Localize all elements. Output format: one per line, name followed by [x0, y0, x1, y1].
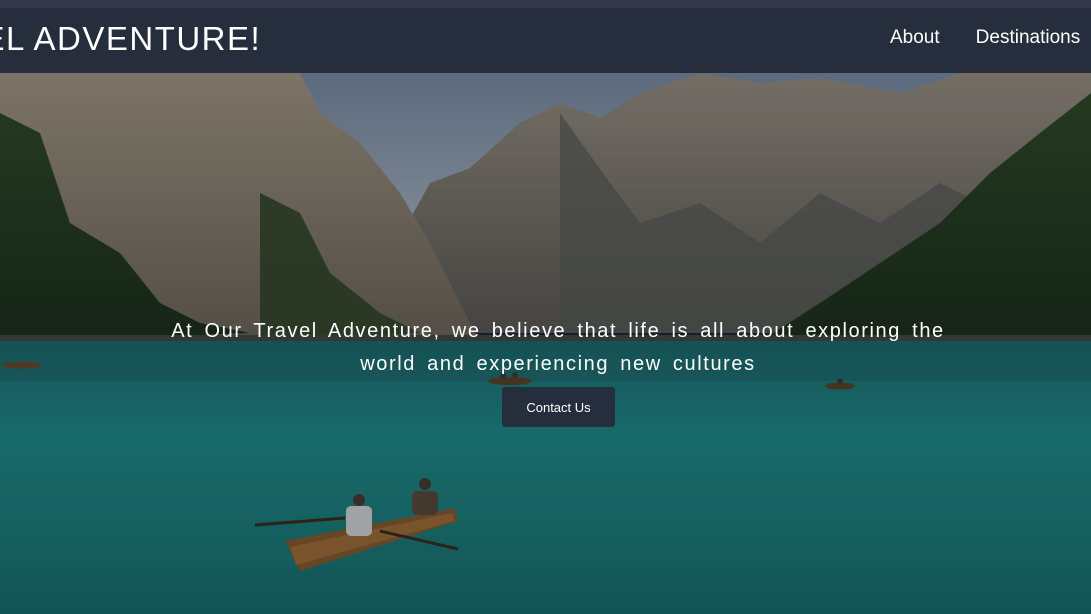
- nav-link-destinations[interactable]: Destinations: [976, 26, 1081, 50]
- site-title[interactable]: VEL ADVENTURE!: [0, 20, 261, 58]
- contact-us-button[interactable]: Contact Us: [502, 387, 615, 427]
- nav-link-about[interactable]: About: [890, 26, 940, 50]
- hero-tagline: At Our Travel Adventure, we believe that…: [171, 320, 945, 375]
- nav-links: About Destinations: [890, 26, 1080, 50]
- navbar: VEL ADVENTURE! About Destinations: [0, 8, 1091, 73]
- page: VEL ADVENTURE! About Destinations: [0, 0, 1091, 614]
- top-strip: [0, 0, 1091, 8]
- hero-section: At Our Travel Adventure, we believe that…: [0, 73, 1091, 614]
